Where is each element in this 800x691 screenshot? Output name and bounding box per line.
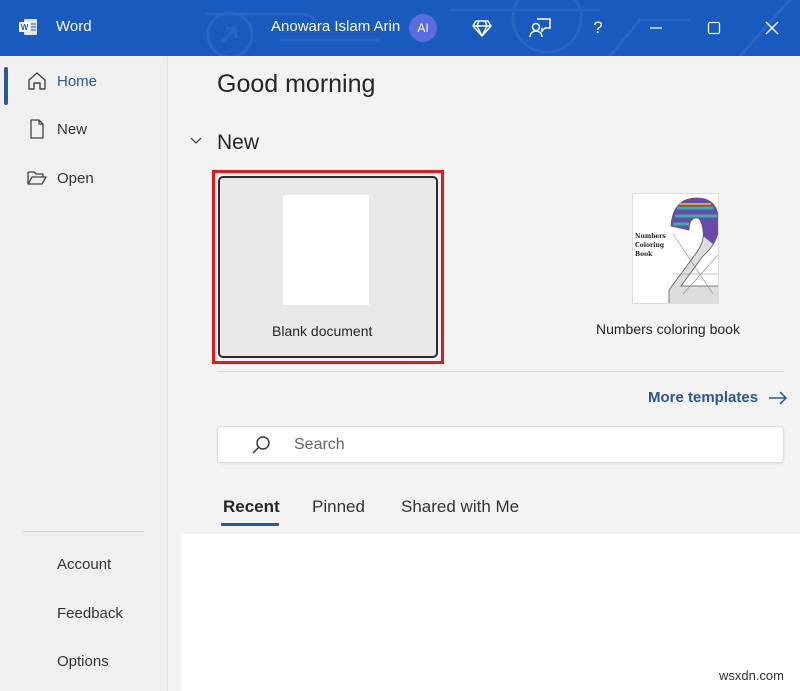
sidebar-divider — [23, 531, 144, 532]
minimize-icon[interactable] — [642, 14, 670, 42]
folder-open-icon — [27, 171, 47, 185]
page-title: Good morning — [217, 70, 376, 98]
watermark: wsxdn.com — [718, 668, 784, 683]
maximize-icon[interactable] — [700, 14, 728, 42]
tab-pinned[interactable]: Pinned — [312, 497, 365, 517]
close-icon[interactable] — [758, 14, 786, 42]
search-box[interactable] — [217, 426, 784, 463]
tab-shared-with-me[interactable]: Shared with Me — [401, 497, 519, 517]
divider — [217, 371, 784, 372]
more-templates-link[interactable]: More templates — [648, 389, 788, 406]
blank-page-thumbnail — [283, 195, 369, 305]
main-content: Good morning New Blank document Numbers … — [169, 56, 800, 691]
sidebar-item-account[interactable]: Account — [57, 556, 111, 573]
more-templates-label: More templates — [648, 389, 759, 406]
sidebar: Home New Open Account Feedback Options — [0, 56, 168, 691]
help-icon[interactable]: ? — [584, 14, 612, 42]
template-label: Blank document — [272, 323, 373, 339]
template-blank-document[interactable]: Blank document — [212, 170, 444, 364]
sidebar-item-options[interactable]: Options — [57, 653, 109, 670]
tab-label: Recent — [223, 497, 280, 516]
section-title-new: New — [217, 131, 260, 154]
search-input[interactable] — [294, 427, 764, 462]
sidebar-item-label: Open — [57, 170, 94, 187]
recent-files-list: wsxdn.com — [181, 534, 800, 691]
word-logo-icon: W — [19, 19, 37, 35]
title-bar: W Word Anowara Islam Arin AI ? — [0, 0, 800, 56]
sidebar-item-feedback[interactable]: Feedback — [57, 605, 123, 622]
search-icon — [252, 436, 270, 454]
chevron-down-icon[interactable] — [189, 134, 203, 148]
sidebar-item-new[interactable]: New — [0, 109, 168, 149]
sidebar-item-home[interactable]: Home — [0, 61, 168, 105]
template-label: Numbers coloring book — [596, 321, 740, 337]
arrow-right-icon — [769, 390, 788, 405]
user-name[interactable]: Anowara Islam Arin — [271, 18, 400, 35]
template-card: Blank document — [218, 176, 438, 358]
sidebar-item-open[interactable]: Open — [0, 158, 168, 198]
avatar[interactable]: AI — [409, 14, 437, 42]
app-name: Word — [56, 18, 92, 35]
template-numbers-coloring-book[interactable]: Numbers Coloring Book Numbers coloring b… — [579, 176, 779, 356]
svg-text:W: W — [21, 23, 29, 32]
new-document-icon — [30, 119, 44, 139]
diamond-icon[interactable] — [468, 14, 496, 42]
active-indicator — [4, 67, 8, 105]
home-icon — [28, 72, 46, 90]
sidebar-item-label: New — [57, 121, 88, 138]
tab-recent[interactable]: Recent — [221, 497, 280, 526]
sidebar-item-label: Home — [57, 73, 98, 90]
feedback-icon[interactable] — [526, 14, 554, 42]
coloring-book-thumbnail: Numbers Coloring Book — [632, 193, 719, 304]
active-tab-underline — [221, 523, 279, 526]
thumbnail-text: Numbers Coloring Book — [635, 233, 666, 258]
